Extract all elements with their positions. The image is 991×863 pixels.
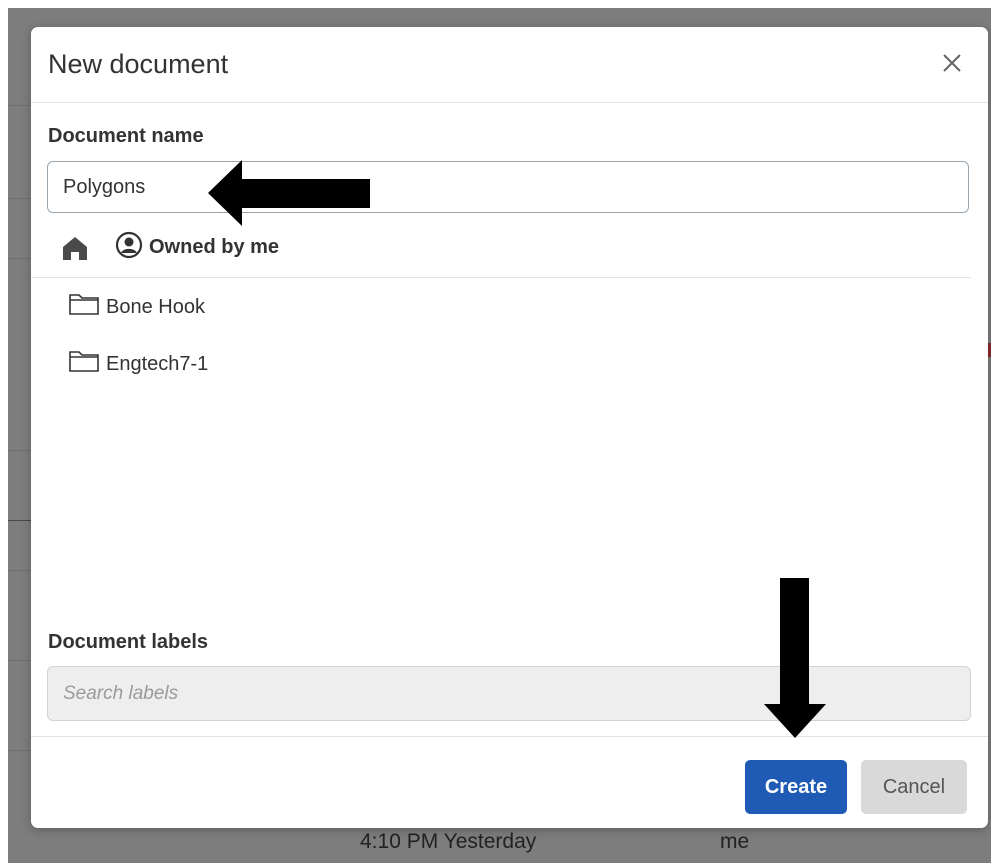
create-button[interactable]: Create [745, 760, 847, 814]
document-name-label: Document name [48, 125, 204, 147]
folder-item[interactable]: Engtech7-1 [68, 349, 208, 379]
cancel-button[interactable]: Cancel [861, 760, 967, 814]
annotation-arrow-down [764, 578, 826, 738]
close-icon[interactable] [938, 49, 966, 77]
new-document-dialog: New document Document name Owned by me [31, 27, 988, 828]
footer-divider [31, 736, 988, 737]
folder-item[interactable]: Bone Hook [68, 292, 205, 322]
document-name-input[interactable] [47, 161, 969, 213]
dialog-title: New document [48, 49, 229, 79]
home-icon[interactable] [60, 235, 90, 261]
owner-label: Owned by me [149, 235, 280, 258]
search-labels-input[interactable] [47, 666, 971, 721]
annotation-arrow-left [208, 160, 370, 226]
dialog-header: New document [31, 27, 988, 103]
folder-label: Engtech7-1 [106, 352, 209, 375]
folder-label: Bone Hook [106, 295, 205, 318]
owned-by-me-crumb[interactable]: Owned by me [115, 231, 280, 264]
background-modified-time: 4:10 PM Yesterday [360, 830, 537, 853]
background-owner: me [720, 830, 750, 853]
document-labels-label: Document labels [48, 631, 209, 653]
folder-icon [68, 349, 100, 379]
folder-icon [68, 292, 100, 322]
user-circle-icon [115, 231, 143, 264]
breadcrumb: Owned by me [31, 227, 971, 278]
